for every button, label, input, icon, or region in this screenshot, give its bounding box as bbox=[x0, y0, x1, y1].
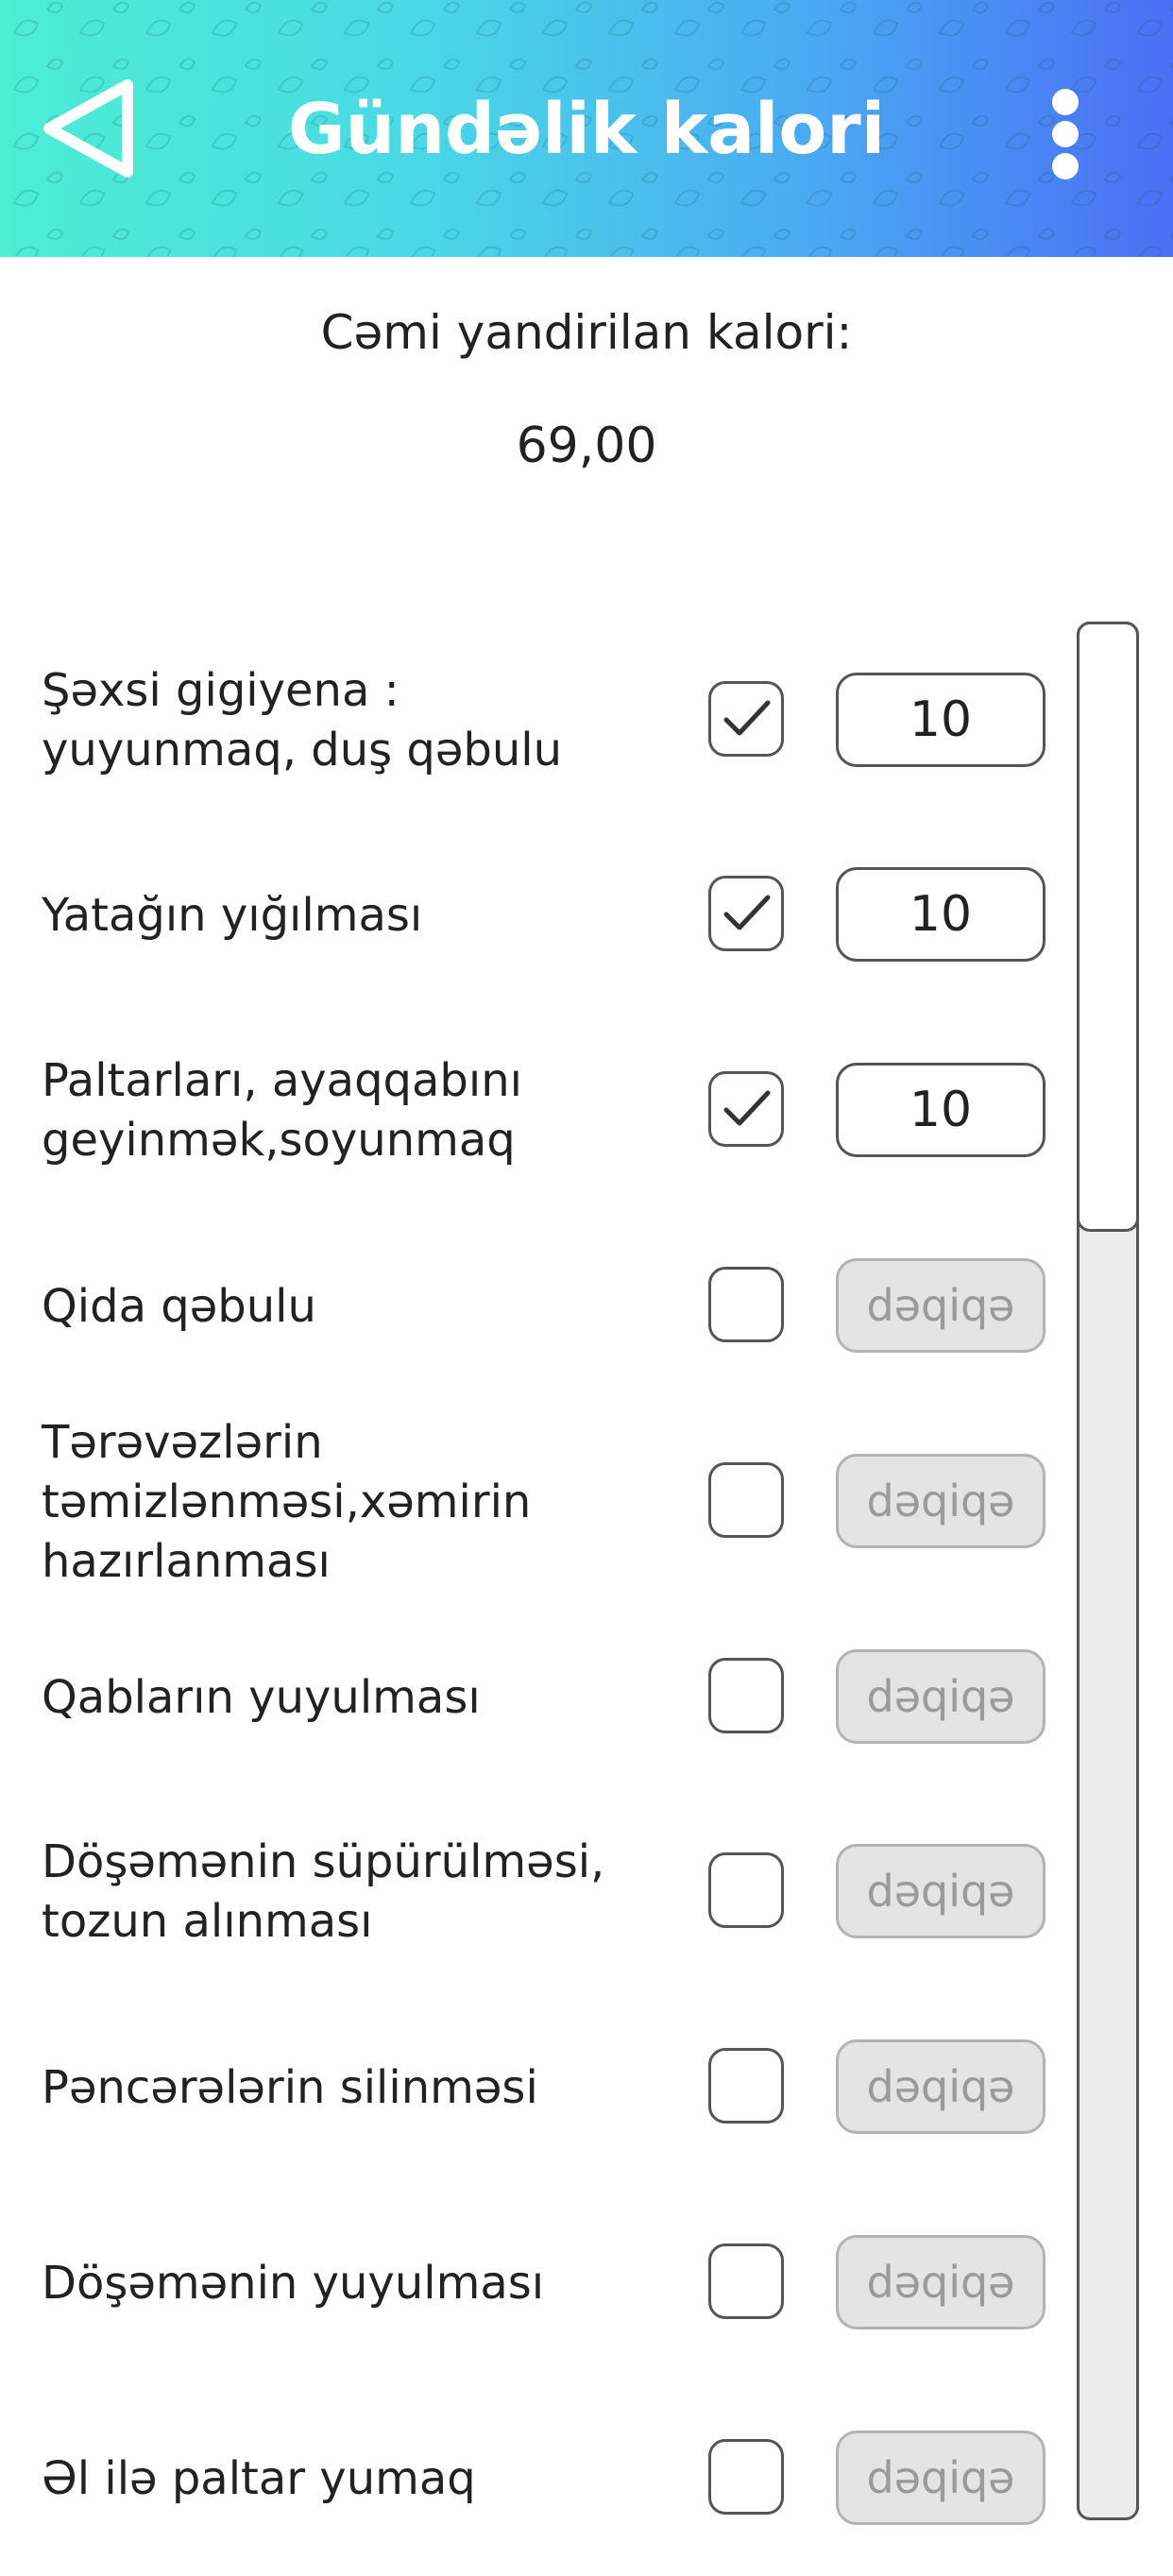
activity-row: Pəncərələrin silinməsi dəqiqə bbox=[0, 1990, 1067, 2185]
minutes-input[interactable]: dəqiqə bbox=[836, 2431, 1046, 2525]
scrollbar-thumb[interactable] bbox=[1077, 622, 1139, 1232]
scrollbar-track[interactable] bbox=[1077, 622, 1139, 2520]
activity-checkbox[interactable] bbox=[708, 1071, 784, 1147]
checkmark-icon bbox=[723, 700, 771, 736]
activity-label: Şəxsi gigiyena : yuyunmaq, duş qəbulu bbox=[42, 664, 563, 776]
activity-label: Qabların yuyulması bbox=[42, 1670, 481, 1724]
activity-label: Əl ilə paltar yumaq bbox=[42, 2451, 476, 2505]
checkmark-icon bbox=[723, 1090, 771, 1126]
activity-checkbox[interactable] bbox=[708, 2439, 784, 2515]
activity-checkbox[interactable] bbox=[708, 876, 784, 951]
activity-checkbox[interactable] bbox=[708, 1852, 784, 1928]
activity-checkbox[interactable] bbox=[708, 1267, 784, 1342]
activity-checkbox[interactable] bbox=[708, 2048, 784, 2124]
activity-checkbox[interactable] bbox=[708, 681, 784, 757]
activity-row: Əl ilə paltar yumaq dəqiqə bbox=[0, 2381, 1067, 2576]
activity-checkbox[interactable] bbox=[708, 1658, 784, 1733]
minutes-input[interactable]: dəqiqə bbox=[836, 1844, 1046, 1938]
minutes-input[interactable]: 10 bbox=[836, 1063, 1046, 1157]
minutes-input[interactable]: 10 bbox=[836, 867, 1046, 962]
activity-label: Döşəmənin yuyulması bbox=[42, 2256, 545, 2310]
minutes-input[interactable]: dəqiqə bbox=[836, 2039, 1046, 2134]
minutes-input[interactable]: dəqiqə bbox=[836, 1454, 1046, 1548]
total-calories-value: 69,00 bbox=[516, 418, 657, 474]
activity-row: Qabların yuyulması dəqiqə bbox=[0, 1600, 1067, 1795]
app-header: Gündəlik kalori bbox=[0, 0, 1173, 257]
activity-row: Şəxsi gigiyena : yuyunmaq, duş qəbulu 10 bbox=[0, 623, 1067, 818]
activity-label: Qida qəbulu bbox=[42, 1279, 316, 1333]
activity-row: Paltarları, ayaqqabını geyinmək,soyunmaq… bbox=[0, 1014, 1067, 1208]
minutes-input[interactable]: dəqiqə bbox=[836, 1258, 1046, 1353]
activity-checkbox[interactable] bbox=[708, 1462, 784, 1538]
total-calories-label: Cəmi yandirilan kalori: bbox=[320, 305, 853, 360]
more-options-button[interactable] bbox=[1039, 76, 1096, 189]
activity-label: Tərəvəzlərin təmizlənməsi,xəmirin hazırl… bbox=[42, 1415, 532, 1588]
checkmark-icon bbox=[723, 895, 771, 930]
activity-row: Tərəvəzlərin təmizlənməsi,xəmirin hazırl… bbox=[0, 1405, 1067, 1599]
more-vertical-icon-dot bbox=[1052, 121, 1079, 147]
more-vertical-icon bbox=[1052, 89, 1079, 115]
minutes-input[interactable]: dəqiqə bbox=[836, 1649, 1046, 1744]
activity-label: Paltarları, ayaqqabını geyinmək,soyunmaq bbox=[42, 1054, 522, 1167]
activity-row: Döşəmənin süpürülməsi, tozun alınması dəq… bbox=[0, 1795, 1067, 1989]
minutes-input[interactable]: dəqiqə bbox=[836, 2235, 1046, 2329]
page-title: Gündəlik kalori bbox=[287, 89, 886, 170]
activity-label: Pəncərələrin silinməsi bbox=[42, 2060, 538, 2114]
activity-row: Döşəmənin yuyulması dəqiqə bbox=[0, 2186, 1067, 2380]
activity-label: Döşəmənin süpürülməsi, tozun alınması bbox=[42, 1835, 605, 1948]
activity-row: Qida qəbulu dəqiqə bbox=[0, 1209, 1067, 1404]
more-vertical-icon-dot bbox=[1052, 153, 1079, 179]
minutes-input[interactable]: 10 bbox=[836, 673, 1046, 767]
activity-label: Yatağın yığılması bbox=[42, 888, 423, 942]
activity-checkbox[interactable] bbox=[708, 2243, 784, 2319]
activity-row: Yatağın yığılması 10 bbox=[0, 818, 1067, 1013]
